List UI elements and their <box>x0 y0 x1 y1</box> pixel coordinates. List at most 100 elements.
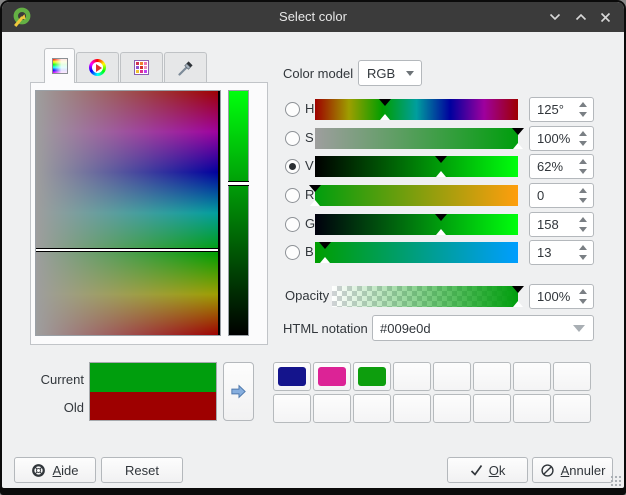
spinner-arrows-icon[interactable] <box>578 102 588 117</box>
swatch-chip <box>318 367 346 386</box>
swatch-chip <box>278 399 306 418</box>
help-button-label: Aide <box>52 463 78 478</box>
saturation-label: S <box>305 130 314 145</box>
swatch-button[interactable] <box>313 362 351 391</box>
value-vertical-bar[interactable] <box>228 90 249 336</box>
green-slider[interactable] <box>315 214 518 235</box>
close-button[interactable] <box>596 9 614 25</box>
swatch-chip <box>398 399 426 418</box>
red-slider-handle[interactable] <box>309 185 321 206</box>
swatch-chip <box>518 367 546 386</box>
spinner-arrows-icon[interactable] <box>578 289 588 304</box>
green-spinbox-value: 158 <box>537 213 559 236</box>
blue-slider[interactable] <box>315 242 518 263</box>
value-bar-handle[interactable] <box>228 181 249 186</box>
swatch-chip <box>358 367 386 386</box>
select-color-dialog: Select color <box>0 0 626 495</box>
color-swatches-icon <box>134 60 149 75</box>
tab-color-swatches[interactable] <box>120 52 163 82</box>
saturation-slider[interactable] <box>315 128 518 149</box>
swatch-button[interactable] <box>553 362 591 391</box>
value-slider[interactable] <box>315 156 518 177</box>
green-spinbox[interactable]: 158 <box>529 212 594 237</box>
blue-spinbox[interactable]: 13 <box>529 240 594 265</box>
saturation-hue-gradient-box[interactable] <box>35 90 221 336</box>
hue-spinbox-value: 125° <box>537 98 564 121</box>
ok-button[interactable]: Ok <box>447 457 528 483</box>
swatch-button[interactable] <box>553 394 591 423</box>
saturation-selection-line[interactable] <box>218 91 220 335</box>
opacity-slider-handle[interactable] <box>512 286 524 307</box>
shade-window-button[interactable] <box>546 9 564 25</box>
blue-slider-handle[interactable] <box>319 242 331 263</box>
reset-button[interactable]: Reset <box>101 457 183 483</box>
value-slider-handle[interactable] <box>435 156 447 177</box>
swatch-button[interactable] <box>473 394 511 423</box>
swatch-button[interactable] <box>433 394 471 423</box>
red-spinbox[interactable]: 0 <box>529 183 594 208</box>
hue-slider-handle[interactable] <box>379 99 391 120</box>
chevron-down-icon <box>573 325 585 332</box>
hue-slider[interactable] <box>315 99 518 120</box>
blue-label: B <box>305 244 314 259</box>
html-notation-value: #009e0d <box>380 316 431 340</box>
radio-s[interactable] <box>285 131 300 146</box>
radio-g[interactable] <box>285 217 300 232</box>
blue-right-arrow-icon <box>229 382 248 401</box>
swatch-chip <box>478 399 506 418</box>
saturation-spinbox[interactable]: 100% <box>529 126 594 151</box>
value-spinbox-value: 62% <box>537 155 563 178</box>
spinner-arrows-icon[interactable] <box>578 159 588 174</box>
swatch-button[interactable] <box>353 394 391 423</box>
swatch-button[interactable] <box>273 394 311 423</box>
swatch-button[interactable] <box>473 362 511 391</box>
old-color-swatch <box>90 392 216 421</box>
spinner-arrows-icon[interactable] <box>578 188 588 203</box>
swatch-button[interactable] <box>313 394 351 423</box>
swatch-button[interactable] <box>433 362 471 391</box>
color-sampler-icon <box>178 60 194 76</box>
radio-h[interactable] <box>285 102 300 117</box>
help-icon <box>31 463 46 478</box>
swatch-chip <box>358 399 386 418</box>
swatch-button[interactable] <box>513 394 551 423</box>
blue-row: B 13 <box>283 242 594 264</box>
color-model-value: RGB <box>367 61 395 85</box>
radio-b[interactable] <box>285 245 300 260</box>
opacity-spinbox[interactable]: 100% <box>529 284 594 309</box>
value-spinbox[interactable]: 62% <box>529 154 594 179</box>
swatch-button[interactable] <box>393 362 431 391</box>
tab-color-sampler[interactable] <box>164 52 207 82</box>
hue-selection-line[interactable] <box>36 248 220 252</box>
hue-spinbox[interactable]: 125° <box>529 97 594 122</box>
value-row: V 62% <box>283 156 594 178</box>
saturation-row: S 100% <box>283 128 594 150</box>
current-old-color-preview <box>89 362 217 421</box>
color-model-dropdown[interactable]: RGB <box>358 60 422 86</box>
swatch-button[interactable] <box>353 362 391 391</box>
spinner-arrows-icon[interactable] <box>578 245 588 260</box>
opacity-slider[interactable] <box>332 286 518 307</box>
radio-v[interactable] <box>285 159 300 174</box>
red-slider[interactable] <box>315 185 518 206</box>
titlebar[interactable]: Select color <box>2 2 624 32</box>
radio-r[interactable] <box>285 188 300 203</box>
spinner-arrows-icon[interactable] <box>578 217 588 232</box>
swatch-button[interactable] <box>393 394 431 423</box>
hue-row: H 125° <box>283 99 594 121</box>
green-slider-handle[interactable] <box>435 214 447 235</box>
saturation-slider-handle[interactable] <box>512 128 524 149</box>
swatch-chip <box>518 399 546 418</box>
swatch-button[interactable] <box>273 362 311 391</box>
resize-grip[interactable] <box>610 475 621 486</box>
tab-color-box[interactable] <box>44 48 75 83</box>
cancel-button[interactable]: Annuler <box>532 457 613 483</box>
spinner-arrows-icon[interactable] <box>578 131 588 146</box>
help-button[interactable]: Aide <box>14 457 96 483</box>
swatch-grid <box>273 362 591 423</box>
add-current-color-button[interactable] <box>223 362 254 421</box>
keep-above-button[interactable] <box>572 9 590 25</box>
swatch-button[interactable] <box>513 362 551 391</box>
html-notation-input[interactable]: #009e0d <box>372 315 594 341</box>
tab-color-wheel[interactable] <box>76 52 119 82</box>
